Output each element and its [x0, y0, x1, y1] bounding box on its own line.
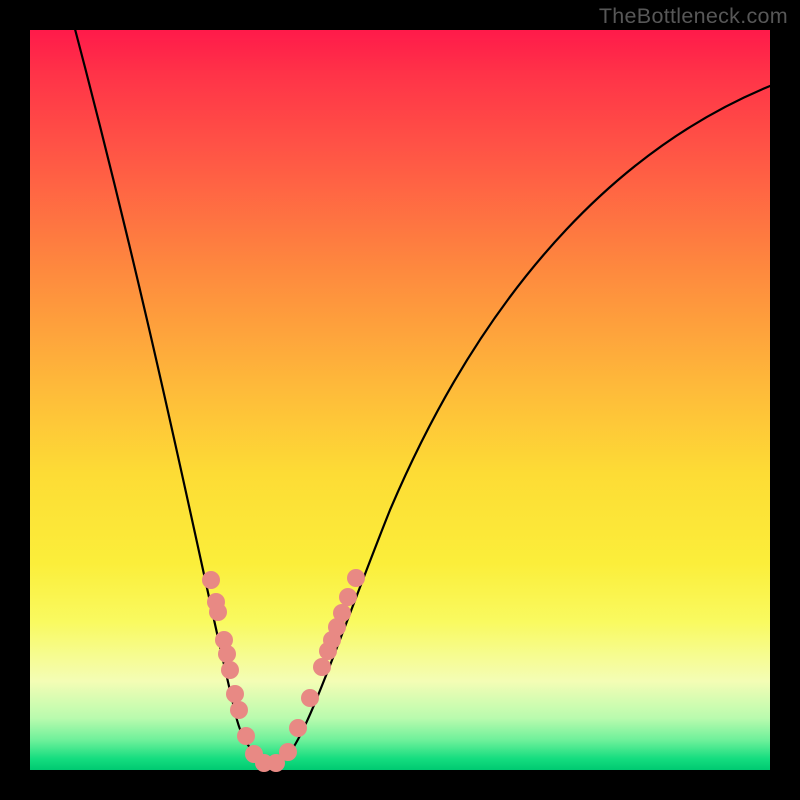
data-dots: [202, 569, 365, 772]
chart-svg: [30, 30, 770, 770]
data-dot: [218, 645, 236, 663]
data-dot: [313, 658, 331, 676]
data-dot: [221, 661, 239, 679]
data-dot: [289, 719, 307, 737]
watermark-text: TheBottleneck.com: [599, 4, 788, 29]
data-dot: [209, 603, 227, 621]
chart-frame: [30, 30, 770, 770]
bottleneck-curve: [70, 10, 780, 761]
data-dot: [339, 588, 357, 606]
data-dot: [279, 743, 297, 761]
data-dot: [347, 569, 365, 587]
data-dot: [237, 727, 255, 745]
data-dot: [202, 571, 220, 589]
data-dot: [301, 689, 319, 707]
data-dot: [226, 685, 244, 703]
data-dot: [333, 604, 351, 622]
data-dot: [230, 701, 248, 719]
